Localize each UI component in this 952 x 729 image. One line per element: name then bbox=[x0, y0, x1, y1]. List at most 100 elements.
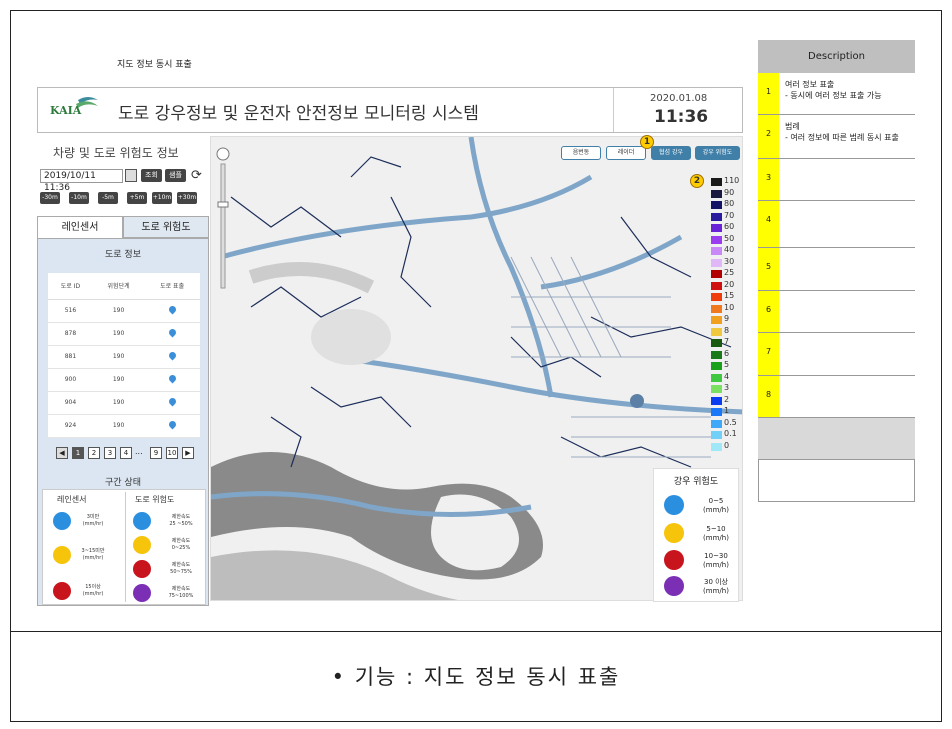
description-row: 6 bbox=[758, 291, 915, 333]
risk-1-dot bbox=[133, 512, 151, 530]
rain-legend-label-2: 5~10 (mm/h) bbox=[703, 525, 729, 542]
tab-road-risk[interactable]: 도로 위험도 bbox=[123, 216, 209, 238]
page-10[interactable]: 10 bbox=[166, 447, 178, 459]
scale-color-cell bbox=[711, 189, 722, 198]
scale-label: 6 bbox=[724, 348, 730, 358]
sample-button[interactable]: 샘플 bbox=[165, 169, 186, 182]
road-risk-heading: 도로 위험도 bbox=[135, 495, 175, 504]
rain-low-dot bbox=[53, 512, 71, 530]
scale-color-cell bbox=[711, 396, 722, 405]
description-row: 5 bbox=[758, 248, 915, 291]
rain-mid-label: 3~15미만 (mm/hr) bbox=[81, 548, 105, 561]
scale-color-cell bbox=[711, 247, 722, 255]
scale-label: 40 bbox=[724, 245, 735, 254]
refresh-icon[interactable]: ⟳ bbox=[191, 168, 202, 183]
rain-low-label: 3미만 (mm/hr) bbox=[82, 514, 104, 527]
scale-label: 0.1 bbox=[724, 429, 737, 438]
page-3[interactable]: 3 bbox=[104, 447, 116, 459]
caption-text: • 기능 : 지도 정보 동시 표출 bbox=[331, 665, 621, 689]
rain-legend-dot-4 bbox=[664, 576, 684, 596]
description-row: 3 bbox=[758, 159, 915, 201]
scale-label: 20 bbox=[724, 279, 735, 289]
scale-color-cell bbox=[711, 442, 722, 451]
radar-button[interactable]: 레이더 bbox=[606, 146, 646, 160]
col-road-id: 도로 ID bbox=[48, 273, 93, 300]
table-row[interactable]: 881 190 bbox=[48, 345, 200, 369]
rain-legend-dot-2 bbox=[664, 523, 684, 543]
scale-label: 3 bbox=[724, 383, 730, 392]
offset-plus10-button[interactable]: +10m bbox=[152, 192, 172, 204]
panel-tabs: 레인센서 도로 위험도 bbox=[37, 216, 209, 238]
table-row[interactable]: 904 190 bbox=[48, 391, 200, 415]
current-date: 2020.01.08 bbox=[650, 93, 708, 104]
page-1[interactable]: 1 bbox=[72, 447, 84, 459]
query-button[interactable]: 조회 bbox=[141, 169, 162, 182]
status-legend: 레인센서 도로 위험도 3미만 (mm/hr) 3~15미만 (mm/hr) 1… bbox=[42, 489, 206, 605]
road-info-panel: 도로 정보 도로 ID 위험단계 도로 표출 516 190 878 190 881… bbox=[37, 238, 209, 606]
zoom-control[interactable] bbox=[216, 140, 230, 290]
map-pin-icon[interactable] bbox=[167, 350, 178, 361]
description-row: 1 여러 정보 표출 - 동시에 여러 정보 표출 가능 bbox=[758, 73, 915, 115]
map-pin-icon[interactable] bbox=[167, 396, 178, 407]
scale-color-cell bbox=[711, 385, 722, 393]
map-pin-icon[interactable] bbox=[167, 419, 178, 430]
offset-minus10-button[interactable]: -10m bbox=[69, 192, 89, 204]
offset-plus5-button[interactable]: +5m bbox=[127, 192, 147, 204]
scale-color-cell bbox=[711, 431, 722, 439]
page-2[interactable]: 2 bbox=[88, 447, 100, 459]
description-row: 7 bbox=[758, 333, 915, 376]
map-pin-icon[interactable] bbox=[167, 304, 178, 315]
description-header: Description bbox=[758, 40, 915, 73]
calendar-icon[interactable] bbox=[125, 169, 137, 182]
scale-color-cell bbox=[711, 212, 722, 221]
table-row[interactable]: 900 190 bbox=[48, 368, 200, 392]
offset-plus30-button[interactable]: +30m bbox=[177, 192, 197, 204]
scale-color-cell bbox=[711, 350, 722, 359]
rain-high-dot bbox=[53, 582, 71, 600]
panel-title: 차량 및 도로 위험도 정보 bbox=[53, 146, 179, 160]
app-title: 도로 강우정보 및 운전자 안전정보 모니터링 시스템 bbox=[118, 104, 479, 124]
description-row: 2 범례 - 여러 정보에 따른 범례 동시 표출 bbox=[758, 115, 915, 159]
scale-color-cell bbox=[711, 419, 722, 428]
scale-color-cell bbox=[711, 235, 722, 244]
offset-minus30-button[interactable]: -30m bbox=[40, 192, 60, 204]
table-row[interactable]: 516 190 bbox=[48, 299, 200, 323]
tab-rain-sensor[interactable]: 레인센서 bbox=[37, 216, 123, 238]
rain-legend-label-1: 0~5 (mm/h) bbox=[703, 497, 729, 514]
table-row[interactable]: 878 190 bbox=[48, 322, 200, 346]
scale-color-cell bbox=[711, 201, 722, 209]
scale-label: 7 bbox=[724, 337, 730, 346]
kaia-logo: KAIA bbox=[48, 94, 100, 128]
page-9[interactable]: 9 bbox=[150, 447, 162, 459]
scale-label: 70 bbox=[724, 210, 735, 220]
offset-minus5-button[interactable]: -5m bbox=[98, 192, 118, 204]
table-row[interactable]: 924 190 bbox=[48, 414, 200, 438]
scale-label: 25 bbox=[724, 268, 735, 277]
scale-color-cell bbox=[711, 270, 722, 278]
scale-label: 2 bbox=[724, 394, 730, 404]
rain-legend-title: 강우 위험도 bbox=[673, 477, 719, 487]
prev-page-icon[interactable]: ◀ bbox=[56, 447, 68, 459]
rain-risk-button[interactable]: 강우 위험도 bbox=[695, 146, 740, 160]
scale-label: 80 bbox=[724, 199, 735, 208]
map-pin-icon[interactable] bbox=[167, 327, 178, 338]
scale-label: 50 bbox=[724, 233, 735, 243]
scale-label: 30 bbox=[724, 256, 735, 266]
scale-label: 15 bbox=[724, 291, 735, 300]
page-4[interactable]: 4 bbox=[120, 447, 132, 459]
scale-color-cell bbox=[711, 316, 722, 324]
scale-label: 0 bbox=[724, 440, 730, 450]
scale-color-cell bbox=[711, 373, 722, 382]
composite-rain-button[interactable]: 협섬 강우 bbox=[651, 146, 691, 160]
road-info-title: 도로 정보 bbox=[105, 250, 141, 260]
scale-color-cell bbox=[711, 339, 722, 347]
risk-3-label: 제한속도 50~75% bbox=[170, 562, 192, 575]
scale-label: 90 bbox=[724, 187, 735, 197]
next-page-icon[interactable]: ▶ bbox=[182, 447, 194, 459]
datetime-input[interactable]: 2019/10/11 11:36 bbox=[40, 169, 123, 193]
rain-legend-dot-3 bbox=[664, 550, 684, 570]
map-pin-icon[interactable] bbox=[167, 373, 178, 384]
rain-legend-label-3: 10~30 (mm/h) bbox=[703, 552, 729, 569]
rain-legend-label-4: 30 이상 (mm/h) bbox=[703, 578, 729, 595]
district-button[interactable]: 음번동 bbox=[561, 146, 601, 160]
